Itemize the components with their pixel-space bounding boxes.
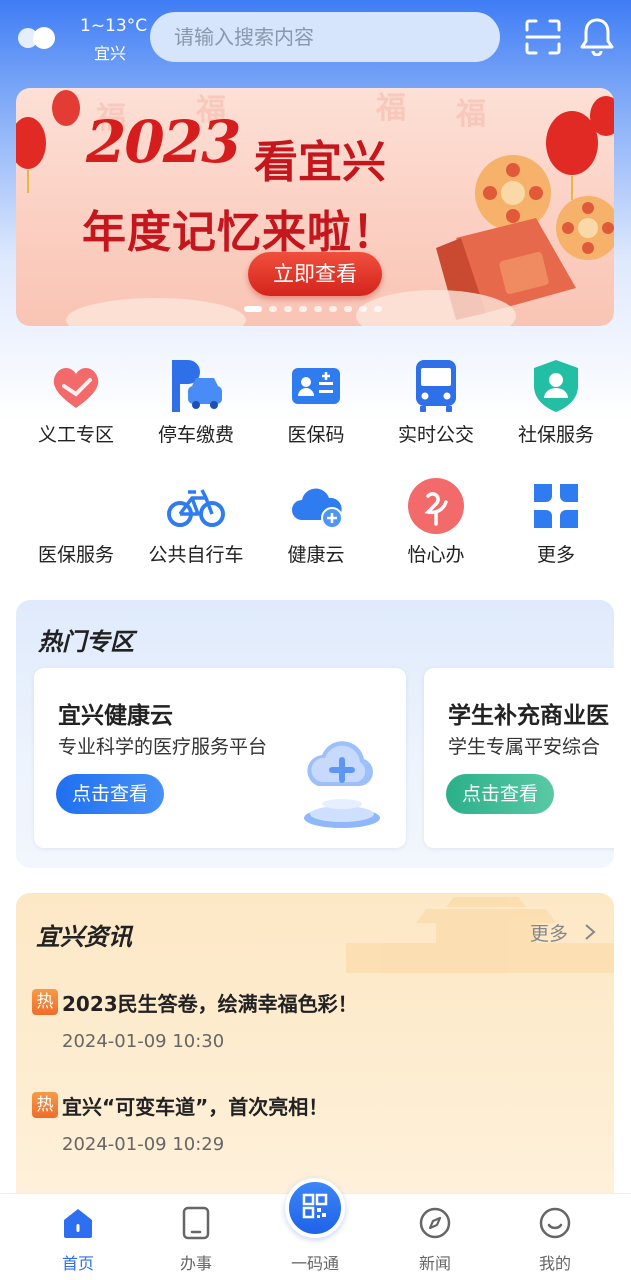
news-headline: 宜兴“可变车道”，首次亮相！ bbox=[62, 1095, 329, 1119]
service-bus[interactable]: 实时公交 bbox=[376, 350, 496, 460]
news-more-link[interactable]: 更多 bbox=[530, 919, 568, 946]
hot-zone-title: 热门专区 bbox=[38, 628, 134, 656]
banner-dot bbox=[314, 306, 322, 312]
svg-text:福: 福 bbox=[455, 97, 486, 132]
card-description: 专业科学的医疗服务平台 bbox=[58, 736, 268, 758]
news-title: 宜兴资讯 bbox=[36, 923, 132, 951]
service-social-security[interactable]: 社保服务 bbox=[496, 350, 616, 460]
home-icon bbox=[64, 1209, 92, 1238]
medical-card-icon bbox=[292, 368, 340, 404]
banner-view-button[interactable]: 立即查看 bbox=[248, 252, 382, 296]
card-view-button[interactable]: 点击查看 bbox=[446, 774, 554, 814]
news-item[interactable]: 热 宜兴“可变车道”，首次亮相！ 2024-01-09 10:29 bbox=[32, 1092, 592, 1172]
medical-service-icon bbox=[46, 476, 106, 536]
shield-person-icon bbox=[534, 360, 578, 412]
banner-pagination bbox=[244, 306, 394, 314]
news-section: 宜兴资讯 更多 热 2023民生答卷，绘满幸福色彩！ 2024-01-09 10… bbox=[16, 893, 614, 1213]
service-medical-code[interactable]: 医保码 bbox=[256, 350, 376, 460]
banner-dot bbox=[284, 306, 292, 312]
service-label: 更多 bbox=[536, 544, 575, 566]
news-timestamp: 2024-01-09 10:30 bbox=[62, 1031, 225, 1052]
tab-label: 新闻 bbox=[418, 1254, 451, 1273]
card-title: 学生补充商业医 bbox=[448, 703, 609, 729]
tab-profile[interactable]: 我的 bbox=[505, 1194, 605, 1280]
search-input[interactable]: 请输入搜索内容 bbox=[150, 12, 500, 62]
hot-card-student-insurance[interactable]: 学生补充商业医 学生专属平安综合 点击查看 bbox=[424, 668, 614, 848]
card-description: 学生专属平安综合 bbox=[448, 736, 601, 758]
banner-dot bbox=[269, 306, 277, 312]
weather-temperature: 1~13°C bbox=[80, 16, 148, 36]
service-label: 医保码 bbox=[287, 424, 345, 446]
tab-home[interactable]: 首页 bbox=[28, 1194, 128, 1280]
banner-dot bbox=[359, 306, 367, 312]
news-timestamp: 2024-01-09 10:29 bbox=[62, 1134, 225, 1155]
one-code-button[interactable] bbox=[285, 1178, 345, 1238]
parking-car-icon bbox=[172, 360, 222, 412]
smile-icon bbox=[539, 1207, 571, 1239]
promo-banner[interactable]: 福福福福 2023 看宜兴 年度记忆来啦！ 立即查看 bbox=[16, 88, 614, 326]
hot-badge: 热 bbox=[32, 1092, 58, 1118]
banner-dot bbox=[374, 306, 382, 312]
tab-label: 我的 bbox=[538, 1254, 571, 1273]
banner-dot bbox=[244, 306, 262, 312]
bicycle-icon bbox=[167, 489, 225, 527]
service-label: 社保服务 bbox=[517, 424, 594, 446]
service-volunteer[interactable]: 义工专区 bbox=[16, 350, 136, 460]
header: 1~13°C 宜兴 请输入搜索内容 bbox=[0, 0, 631, 78]
service-label: 义工专区 bbox=[37, 424, 114, 446]
hot-zone-section: 热门专区 宜兴健康云 专业科学的医疗服务平台 点击查看 学生补充商业医 学生专属… bbox=[16, 600, 614, 868]
service-label: 停车缴费 bbox=[157, 424, 234, 446]
scan-icon[interactable] bbox=[524, 18, 562, 56]
tab-news[interactable]: 新闻 bbox=[385, 1194, 485, 1280]
banner-dot bbox=[299, 306, 307, 312]
service-bicycle[interactable]: 公共自行车 bbox=[136, 470, 256, 580]
service-parking[interactable]: 停车缴费 bbox=[136, 350, 256, 460]
card-title: 宜兴健康云 bbox=[58, 703, 173, 729]
service-label: 医保服务 bbox=[37, 544, 114, 566]
hot-card-health-cloud[interactable]: 宜兴健康云 专业科学的医疗服务平台 点击查看 bbox=[34, 668, 406, 848]
weather-city: 宜兴 bbox=[94, 44, 127, 63]
service-label: 怡心办 bbox=[407, 544, 465, 566]
service-label: 公共自行车 bbox=[148, 544, 244, 566]
yixin-icon bbox=[408, 478, 464, 534]
tab-label: 首页 bbox=[61, 1254, 94, 1273]
compass-icon bbox=[419, 1207, 451, 1239]
weather-widget[interactable]: 1~13°C 宜兴 bbox=[16, 14, 147, 64]
banner-subtitle: 看宜兴 bbox=[254, 137, 386, 188]
service-yixin[interactable]: 怡心办 bbox=[376, 470, 496, 580]
health-cloud-icon bbox=[292, 488, 343, 529]
hot-badge: 热 bbox=[32, 989, 58, 1015]
card-view-button[interactable]: 点击查看 bbox=[56, 774, 164, 814]
service-more[interactable]: 更多 bbox=[496, 470, 616, 580]
service-label: 健康云 bbox=[287, 544, 345, 566]
news-headline: 2023民生答卷，绘满幸福色彩！ bbox=[62, 992, 358, 1016]
service-label: 实时公交 bbox=[397, 424, 474, 446]
tab-label: 一码通 bbox=[290, 1254, 339, 1273]
banner-dot bbox=[344, 306, 352, 312]
banner-dot bbox=[329, 306, 337, 312]
service-health-cloud[interactable]: 健康云 bbox=[256, 470, 376, 580]
cloud-icon bbox=[18, 27, 55, 49]
qr-code-icon bbox=[302, 1193, 328, 1219]
heart-hand-icon bbox=[53, 367, 99, 408]
tab-label: 办事 bbox=[179, 1254, 212, 1273]
more-grid-icon bbox=[534, 484, 578, 528]
tablet-icon bbox=[182, 1206, 210, 1240]
chevron-right-icon[interactable] bbox=[584, 923, 596, 941]
tab-services[interactable]: 办事 bbox=[146, 1194, 246, 1280]
bus-icon bbox=[416, 360, 456, 412]
svg-text:福: 福 bbox=[375, 91, 406, 126]
news-item[interactable]: 热 2023民生答卷，绘满幸福色彩！ 2024-01-09 10:30 bbox=[32, 989, 592, 1069]
bell-icon[interactable] bbox=[578, 16, 616, 56]
banner-title: 年度记忆来啦！ bbox=[82, 207, 397, 258]
banner-year: 2023 bbox=[86, 108, 241, 176]
cloud-plus-icon bbox=[304, 741, 380, 828]
